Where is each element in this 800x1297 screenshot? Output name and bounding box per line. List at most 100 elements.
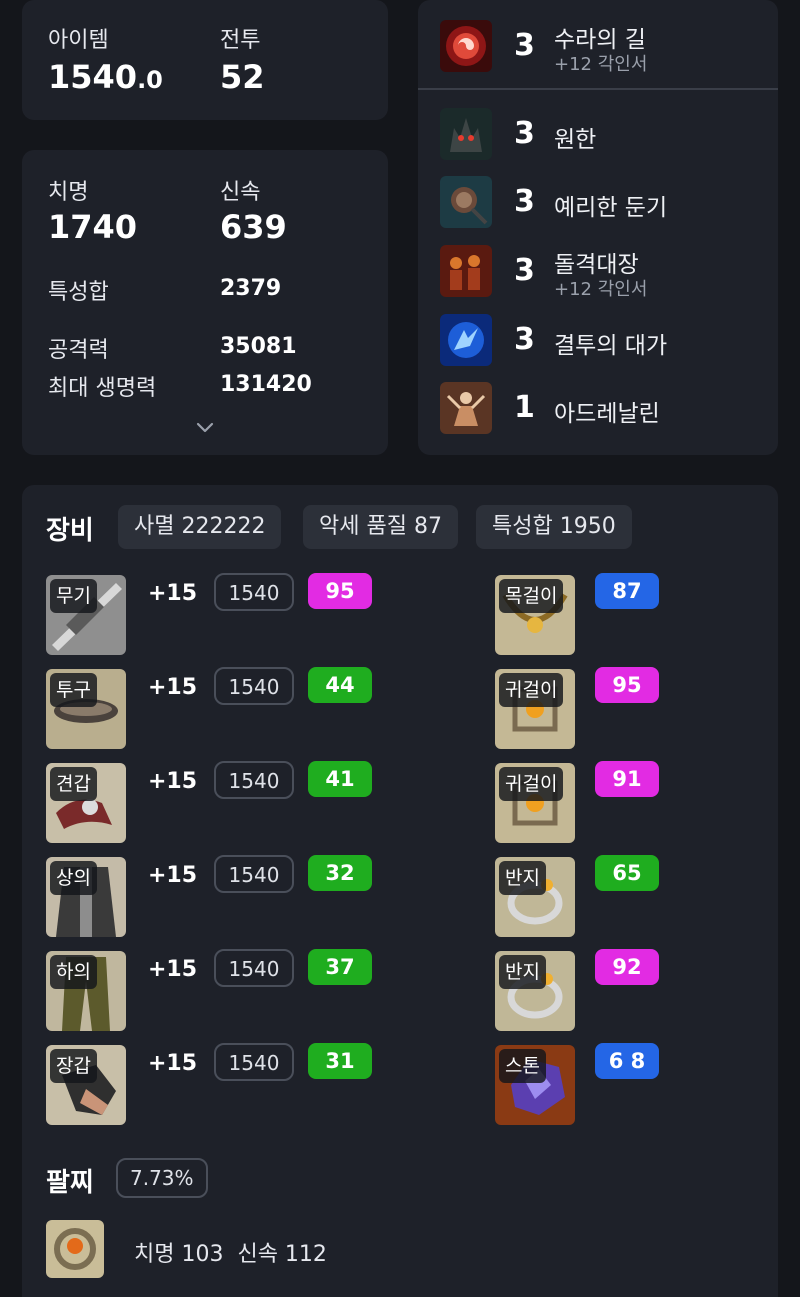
gear-slot-label: 견갑 xyxy=(50,767,97,801)
engraving-name: 아드레날린 xyxy=(554,401,660,427)
accessory-row-earring-1[interactable]: 귀걸이 95 xyxy=(495,667,695,749)
engraving-level: 3 xyxy=(514,322,535,357)
gear-item-level: 1540 xyxy=(214,667,294,705)
gear-row-gloves[interactable]: 장갑 +15 1540 31 xyxy=(46,1043,386,1125)
engraving-name: 예리한 둔기 xyxy=(554,195,668,221)
accessory-row-stone[interactable]: 스톤 6 8 xyxy=(495,1043,695,1125)
bracelet-title: 팔찌 xyxy=(46,1168,94,1198)
accessory-stat-total-chip: 특성합 1950 xyxy=(476,505,632,549)
engraving-level: 3 xyxy=(514,184,535,219)
accessory-slot-label: 스톤 xyxy=(499,1049,546,1083)
gear-row-helmet[interactable]: 투구 +15 1540 44 xyxy=(46,667,386,749)
accessory-quality-chip: 악세 품질 87 xyxy=(303,505,458,549)
gear-item-level: 1540 xyxy=(214,1043,294,1081)
engraving-row[interactable]: 3 원한 xyxy=(440,108,770,162)
engraving-name: 결투의 대가 xyxy=(554,333,668,359)
engraving-level: 3 xyxy=(514,253,535,288)
accessory-quality-badge: 65 xyxy=(595,855,659,891)
engraving-row[interactable]: 3 돌격대장 +12 각인서 xyxy=(440,245,770,300)
accessory-row-ring-1[interactable]: 반지 65 xyxy=(495,855,695,937)
swiftness-value: 639 xyxy=(220,208,287,246)
gear-quality-badge: 95 xyxy=(308,573,372,609)
gear-item-level: 1540 xyxy=(214,855,294,893)
gear-quality-badge: 41 xyxy=(308,761,372,797)
engraving-row[interactable]: 3 결투의 대가 xyxy=(440,314,770,368)
engraving-book-note: +12 각인서 xyxy=(554,54,648,75)
attack-label: 공격력 xyxy=(48,338,109,363)
engraving-row[interactable]: 3 예리한 둔기 xyxy=(440,176,770,230)
combat-level-value: 52 xyxy=(220,58,265,96)
gear-enhance: +15 xyxy=(148,1051,198,1076)
accessory-quality-badge: 91 xyxy=(595,761,659,797)
gear-slot-label: 무기 xyxy=(50,579,97,613)
engraving-name: 돌격대장 xyxy=(554,252,639,278)
engravings-divider xyxy=(418,88,778,90)
accessory-quality-badge: 92 xyxy=(595,949,659,985)
set-effect-chip: 사멸 222222 xyxy=(118,505,282,549)
crimson-swirl-icon xyxy=(440,20,492,72)
accessory-quality-badge: 6 8 xyxy=(595,1043,659,1079)
gear-row-weapon[interactable]: 무기 +15 1540 95 xyxy=(46,573,386,655)
item-level-label: 아이템 xyxy=(48,28,109,53)
gear-slot-label: 투구 xyxy=(50,673,97,707)
bracelet-icon xyxy=(46,1220,104,1278)
demon-head-icon xyxy=(440,108,492,160)
crit-label: 치명 xyxy=(48,180,89,205)
accessory-row-ring-2[interactable]: 반지 92 xyxy=(495,949,695,1031)
gear-quality-badge: 32 xyxy=(308,855,372,891)
max-hp-value: 131420 xyxy=(220,372,312,397)
gear-enhance: +15 xyxy=(148,581,198,606)
gear-row-pants[interactable]: 하의 +15 1540 37 xyxy=(46,949,386,1031)
accessory-row-necklace[interactable]: 목걸이 87 xyxy=(495,573,695,655)
accessory-slot-label: 목걸이 xyxy=(499,579,564,613)
equipment-title: 장비 xyxy=(46,516,94,546)
engraving-level: 3 xyxy=(514,28,535,63)
gear-item-level: 1540 xyxy=(214,949,294,987)
crit-value: 1740 xyxy=(48,208,138,246)
gear-quality-badge: 37 xyxy=(308,949,372,985)
engraving-book-note: +12 각인서 xyxy=(554,279,648,300)
gear-enhance: +15 xyxy=(148,769,198,794)
charging-warriors-icon xyxy=(440,245,492,297)
gear-enhance: +15 xyxy=(148,863,198,888)
bracelet-stats: 치명 103 신속 112 xyxy=(134,1242,327,1267)
gear-slot-label: 장갑 xyxy=(50,1049,97,1083)
gear-enhance: +15 xyxy=(148,957,198,982)
chevron-down-icon[interactable] xyxy=(194,420,216,436)
max-hp-label: 최대 생명력 xyxy=(48,376,157,401)
gear-item-level: 1540 xyxy=(214,573,294,611)
item-level-card: 아이템 1540.0 전투 52 xyxy=(22,0,388,120)
accessory-slot-label: 반지 xyxy=(499,861,546,895)
bracelet-percent-chip: 7.73% xyxy=(116,1158,208,1198)
accessory-row-earring-2[interactable]: 귀걸이 91 xyxy=(495,761,695,843)
gear-slot-label: 하의 xyxy=(50,955,97,989)
gear-slot-label: 상의 xyxy=(50,861,97,895)
gear-row-chest[interactable]: 상의 +15 1540 32 xyxy=(46,855,386,937)
engraving-level: 3 xyxy=(514,116,535,151)
engraving-name: 수라의 길 xyxy=(554,27,646,53)
accessory-slot-label: 귀걸이 xyxy=(499,767,564,801)
adrenaline-figure-icon xyxy=(440,382,492,434)
gear-quality-badge: 44 xyxy=(308,667,372,703)
gear-item-level: 1540 xyxy=(214,761,294,799)
accessory-slot-label: 반지 xyxy=(499,955,546,989)
gear-enhance: +15 xyxy=(148,675,198,700)
engraving-level: 1 xyxy=(514,390,535,425)
combat-level-label: 전투 xyxy=(220,28,261,53)
bracelet-row[interactable]: 치명 103 신속 112 xyxy=(46,1220,406,1280)
item-level-value: 1540.0 xyxy=(48,58,163,96)
swiftness-label: 신속 xyxy=(220,180,261,205)
accessory-quality-badge: 95 xyxy=(595,667,659,703)
engraving-row[interactable]: 1 아드레날린 xyxy=(440,382,770,436)
stat-total-value: 2379 xyxy=(220,276,282,301)
gear-row-shoulder[interactable]: 견갑 +15 1540 41 xyxy=(46,761,386,843)
stats-card: 치명 1740 신속 639 특성합 2379 공격력 35081 최대 생명력… xyxy=(22,150,388,455)
accessory-quality-badge: 87 xyxy=(595,573,659,609)
gear-quality-badge: 31 xyxy=(308,1043,372,1079)
attack-value: 35081 xyxy=(220,334,297,359)
spiked-mace-icon xyxy=(440,176,492,228)
blue-duel-icon xyxy=(440,314,492,366)
engraving-row[interactable]: 3 수라의 길 +12 각인서 xyxy=(440,20,770,75)
accessory-slot-label: 귀걸이 xyxy=(499,673,564,707)
stat-total-label: 특성합 xyxy=(48,280,109,305)
